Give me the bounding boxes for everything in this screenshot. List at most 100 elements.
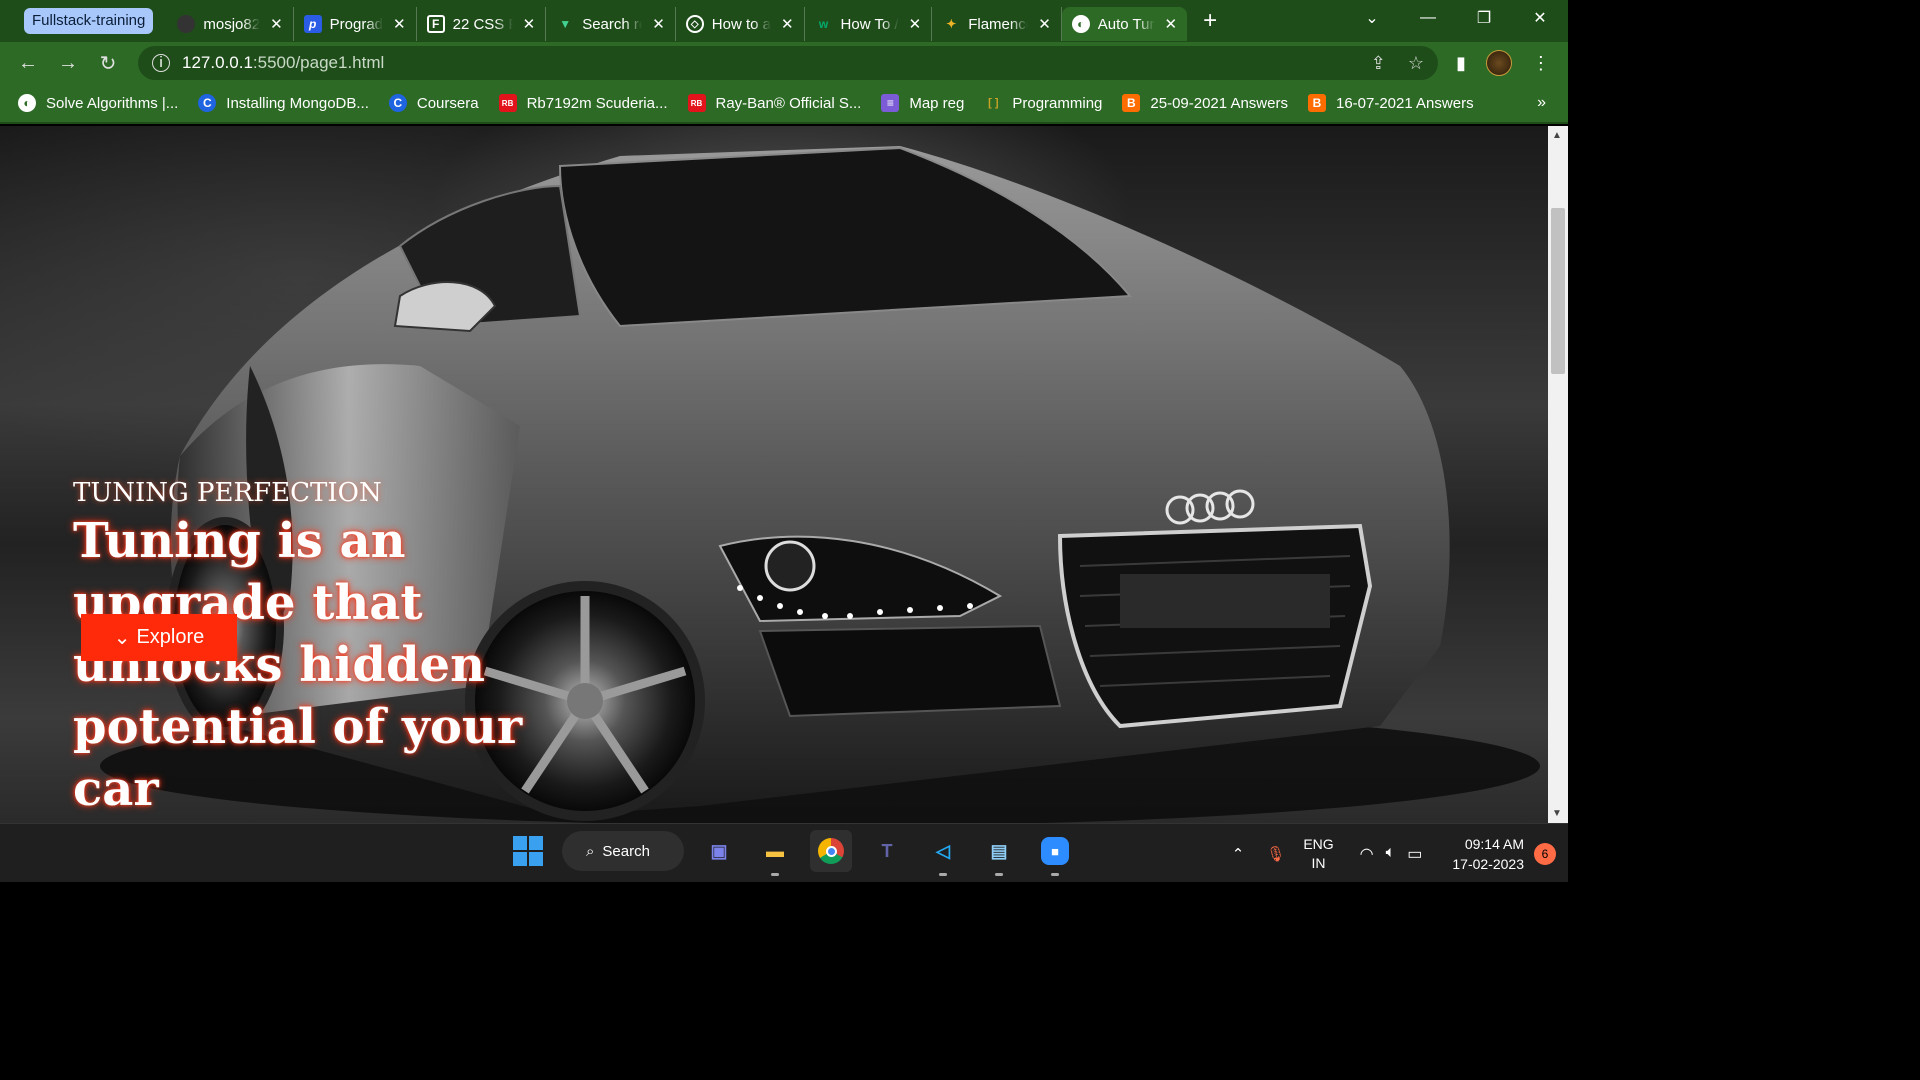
- wifi-icon: ◠: [1359, 845, 1374, 863]
- forward-button[interactable]: →: [48, 52, 88, 75]
- bookmark-label: 16-07-2021 Answers: [1335, 94, 1474, 112]
- explore-button[interactable]: ⌄ Explore: [81, 614, 237, 661]
- coursera-icon: C: [198, 94, 217, 112]
- explore-button-label: Explore: [136, 626, 205, 648]
- coursera-icon: C: [388, 94, 407, 112]
- chat-app-icon[interactable]: ▣: [698, 830, 740, 872]
- chrome-icon[interactable]: [810, 830, 852, 872]
- battery-icon: ▭: [1407, 845, 1423, 863]
- tab-search-chevron-icon[interactable]: ⌄: [1344, 8, 1400, 28]
- bookmark-label: Programming: [1012, 94, 1103, 112]
- tab-github[interactable]: mosjo82 ✕: [167, 7, 294, 41]
- taskbar-search[interactable]: ⌕ Search: [562, 831, 684, 871]
- hero-kicker: TUNING PERFECTION: [73, 478, 382, 508]
- bookmark-item[interactable]: ◐ Solve Algorithms |...: [18, 94, 178, 112]
- tab-title: Search re: [582, 15, 643, 33]
- close-window-button[interactable]: ✕: [1512, 8, 1568, 28]
- back-button[interactable]: ←: [8, 52, 48, 75]
- browser-toolbar: ← → ↻ i 127.0.0.1:5500/page1.html ⇪ ☆ ▮ …: [0, 42, 1568, 84]
- list-icon: ≡: [881, 94, 900, 112]
- clock[interactable]: 09:14 AM 17-02-2023: [1452, 834, 1524, 874]
- reload-button[interactable]: ↻: [88, 51, 128, 76]
- bookmark-item[interactable]: RB Rb7192m Scuderia...: [498, 94, 668, 112]
- double-chevron-down-icon: ⌄: [113, 627, 131, 649]
- tab-flamenco[interactable]: ✦ Flamenco ✕: [932, 7, 1062, 41]
- tab-codepen[interactable]: ◇ How to a ✕: [676, 7, 805, 41]
- prograd-icon: p: [303, 15, 322, 33]
- page-viewport: TUNING PERFECTION Tuning is an upgrade t…: [0, 126, 1548, 823]
- freefrontend-icon: F: [426, 15, 445, 33]
- page-scrollbar[interactable]: ▲ ▼: [1548, 126, 1568, 823]
- close-icon[interactable]: ✕: [393, 15, 406, 33]
- close-icon[interactable]: ✕: [1038, 15, 1051, 33]
- w3schools-icon: w: [818, 17, 829, 31]
- site-info-icon[interactable]: i: [152, 54, 170, 72]
- folder-icon: [ ]: [988, 97, 999, 109]
- bookmark-label: Solve Algorithms |...: [46, 94, 179, 112]
- minimize-button[interactable]: —: [1400, 9, 1456, 27]
- close-icon[interactable]: ✕: [523, 15, 536, 33]
- tab-title: Prograd: [329, 15, 384, 33]
- volume-icon: 🔈︎: [1385, 843, 1396, 861]
- share-icon[interactable]: ⇪: [1371, 53, 1386, 74]
- menu-kebab-icon[interactable]: ⋮: [1532, 53, 1550, 74]
- side-panel-icon[interactable]: ▮: [1456, 53, 1466, 74]
- bookmark-item[interactable]: B 16-07-2021 Answers: [1307, 94, 1474, 112]
- teams-icon[interactable]: T: [866, 830, 908, 872]
- clock-date: 17-02-2023: [1452, 855, 1524, 872]
- zoom-icon[interactable]: ■: [1034, 830, 1076, 876]
- lang-top: ENG: [1303, 835, 1334, 852]
- notepad-icon[interactable]: ▤: [978, 830, 1020, 876]
- windows-taskbar: ⌕ Search ▣ ▬ T ◁ ▤ ■ ⌃ 🎙︎ ENG IN ◠ 🔈︎ ▭ …: [0, 823, 1568, 882]
- search-icon: ⌕: [586, 842, 595, 860]
- quick-settings[interactable]: ◠ 🔈︎ ▭: [1360, 844, 1423, 864]
- profile-avatar[interactable]: [1485, 50, 1512, 76]
- notification-badge[interactable]: 6: [1534, 842, 1556, 865]
- tab-w3schools[interactable]: w How To / ✕: [805, 7, 933, 41]
- scroll-up-arrow-icon[interactable]: ▲: [1552, 130, 1562, 141]
- bookmark-label: Ray-Ban® Official S...: [715, 94, 862, 112]
- close-icon[interactable]: ✕: [909, 15, 922, 33]
- scrollbar-thumb[interactable]: [1551, 208, 1565, 374]
- bookmark-item[interactable]: RB Ray-Ban® Official S...: [687, 94, 862, 112]
- flamenco-icon: ✦: [946, 17, 957, 31]
- restore-button[interactable]: ❐: [1456, 8, 1512, 28]
- close-icon[interactable]: ✕: [652, 15, 665, 33]
- close-icon[interactable]: ✕: [270, 15, 283, 33]
- vue-icon: ▼: [559, 17, 572, 31]
- scroll-down-arrow-icon[interactable]: ▼: [1552, 808, 1562, 819]
- taskbar-search-label: Search: [602, 842, 650, 860]
- language-indicator[interactable]: ENG IN: [1303, 835, 1333, 873]
- tab-auto-tuning[interactable]: ◐ Auto Tur ✕: [1061, 7, 1188, 41]
- bookmark-item[interactable]: ≡ Map reg: [881, 94, 964, 112]
- address-bar[interactable]: i 127.0.0.1:5500/page1.html ⇪ ☆: [138, 46, 1438, 80]
- bookmark-item[interactable]: [ ] Programming: [984, 94, 1102, 112]
- rayban-icon: RB: [498, 94, 517, 112]
- file-explorer-icon[interactable]: ▬: [754, 830, 796, 876]
- bookmark-star-icon[interactable]: ☆: [1408, 53, 1424, 74]
- tab-title: Flamenco: [968, 15, 1029, 33]
- vscode-icon[interactable]: ◁: [922, 830, 964, 876]
- windows-start-icon[interactable]: [508, 831, 548, 871]
- window-controls: ⌄ — ❐ ✕: [1344, 0, 1568, 36]
- globe-icon: ◐: [1071, 15, 1090, 33]
- tab-search[interactable]: ▼ Search re ✕: [546, 7, 676, 41]
- blogger-icon: B: [1307, 94, 1326, 112]
- close-icon[interactable]: ✕: [781, 15, 794, 33]
- bookmark-item[interactable]: C Coursera: [388, 94, 479, 112]
- more-bookmarks-button[interactable]: »: [1537, 94, 1546, 112]
- chevron-up-icon[interactable]: ⌃: [1232, 845, 1245, 863]
- system-tray: ⌃ 🎙︎ ENG IN ◠ 🔈︎ ▭ 09:14 AM 17-02-2023 6: [1232, 824, 1568, 883]
- microphone-icon[interactable]: 🎙︎: [1266, 845, 1285, 863]
- close-icon[interactable]: ✕: [1165, 15, 1178, 33]
- bookmark-item[interactable]: C Installing MongoDB...: [198, 94, 369, 112]
- tab-prograd[interactable]: p Prograd ✕: [294, 7, 417, 41]
- tab-css[interactable]: F 22 CSS F ✕: [417, 7, 547, 41]
- new-tab-button[interactable]: +: [1203, 7, 1217, 35]
- bookmark-item[interactable]: B 25-09-2021 Answers: [1122, 94, 1288, 112]
- tab-group-label[interactable]: Fullstack-training: [24, 8, 154, 34]
- url-host: 127.0.0.1: [182, 53, 253, 72]
- tab-title: How to a: [711, 15, 771, 33]
- github-icon: [177, 15, 196, 33]
- tab-title: mosjo82: [203, 15, 261, 33]
